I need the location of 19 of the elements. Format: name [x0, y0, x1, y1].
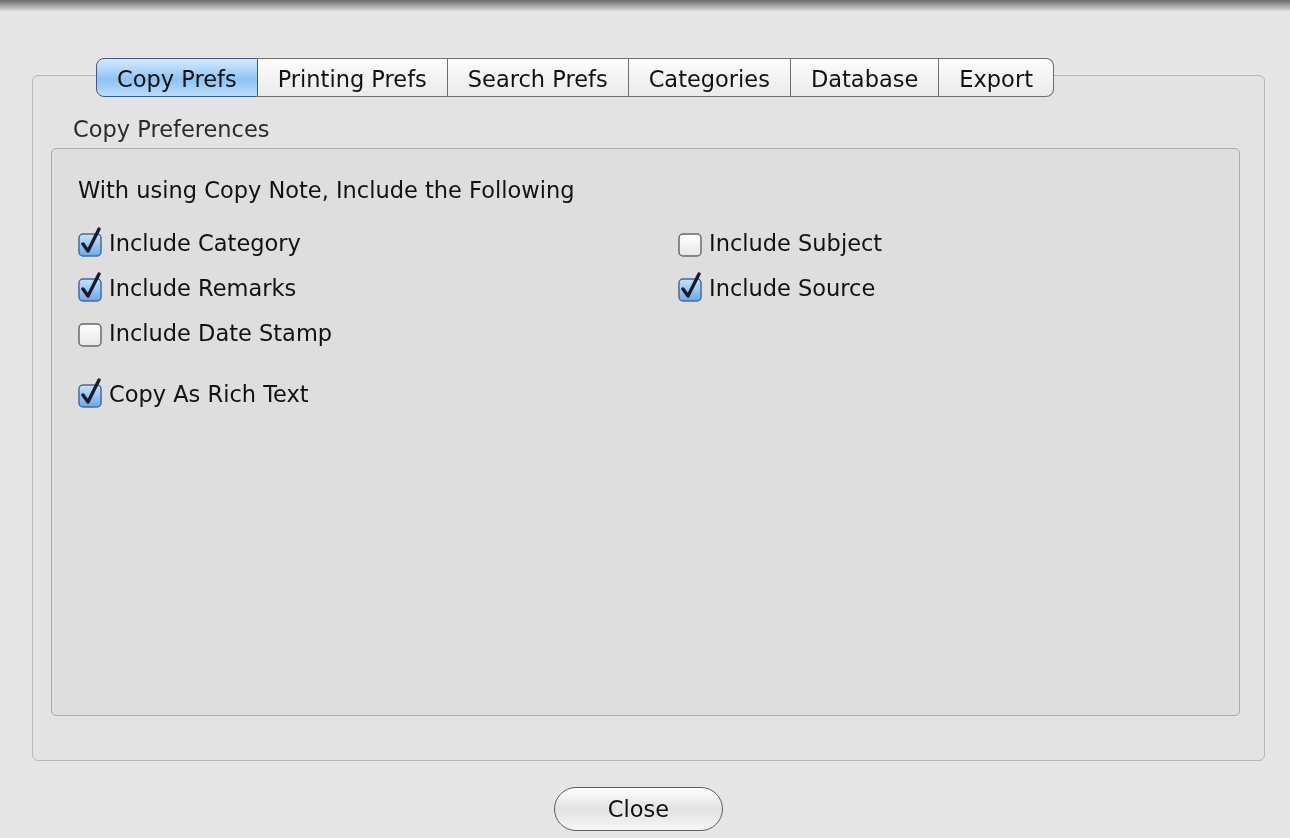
close-button[interactable]: Close [554, 787, 723, 831]
section-title: Copy Preferences [72, 116, 270, 142]
checkbox-label[interactable]: Include Category [109, 230, 301, 257]
checkbox[interactable] [78, 227, 104, 257]
tab[interactable]: Search Prefs [447, 58, 629, 97]
checkbox-label[interactable]: Include Subject [709, 230, 883, 257]
tab[interactable]: Printing Prefs [257, 58, 448, 97]
checkbox[interactable] [678, 272, 704, 302]
tab[interactable]: Export [939, 58, 1054, 97]
checkbox-label[interactable]: Include Remarks [109, 275, 297, 302]
tab[interactable]: Categories [628, 58, 791, 97]
checkbox-label[interactable]: Copy As Rich Text [109, 381, 309, 408]
checkbox[interactable] [78, 378, 104, 408]
tab[interactable]: Copy Prefs [96, 58, 258, 97]
checkbox-label[interactable]: Include Date Stamp [109, 320, 333, 347]
checkbox-label[interactable]: Include Source [709, 275, 876, 302]
tab[interactable]: Database [790, 58, 940, 97]
checkbox[interactable] [78, 272, 104, 302]
section-heading: With using Copy Note, Include the Following [78, 177, 575, 203]
